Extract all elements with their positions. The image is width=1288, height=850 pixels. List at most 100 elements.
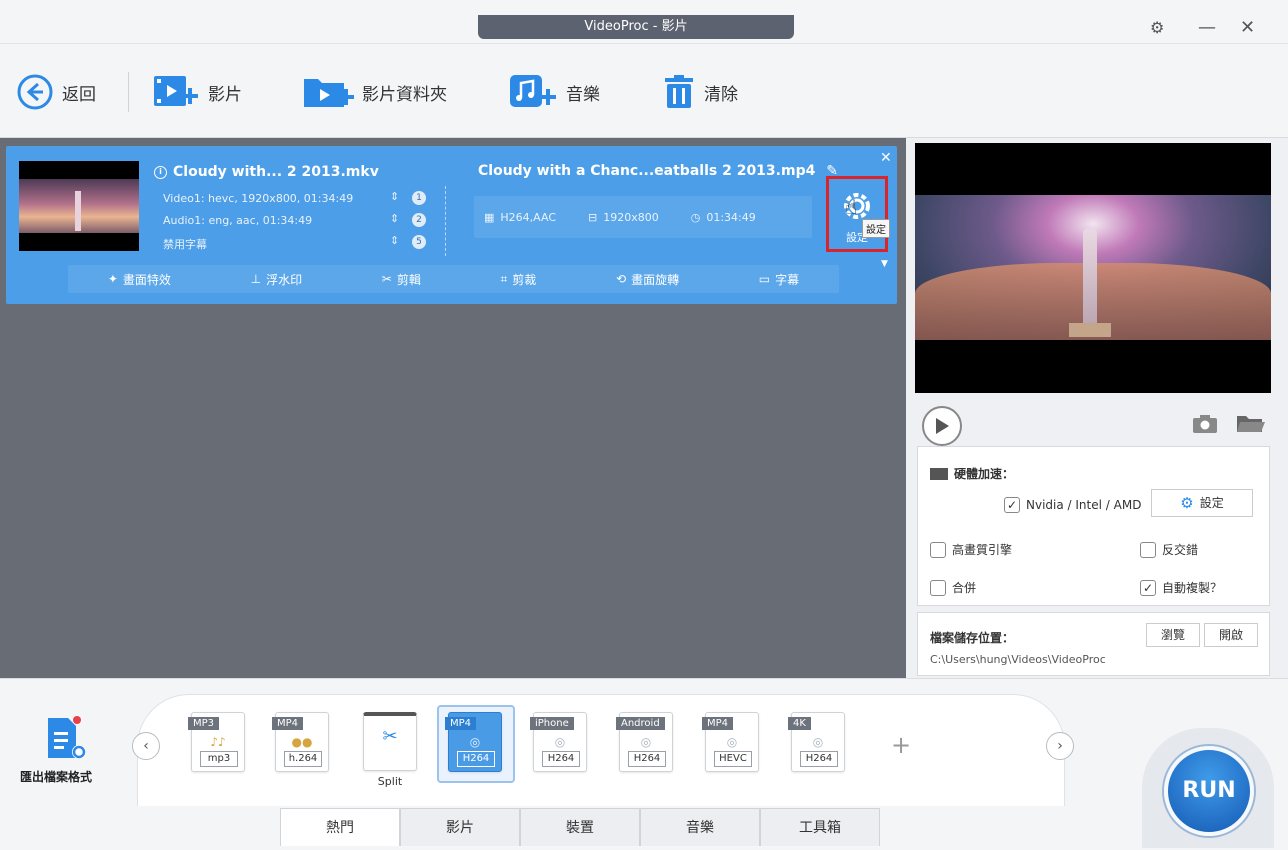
subtitle-track-count: 5 (412, 235, 426, 249)
play-icon (936, 418, 949, 434)
clock-icon: ◷ (690, 210, 701, 224)
clear-button[interactable]: 清除 (662, 72, 738, 112)
toolbar-divider (128, 72, 129, 112)
export-format-label: 匯出檔案格式 (20, 770, 93, 784)
magic-wand-icon: ✦ (107, 272, 118, 286)
expand-arrow-icon[interactable]: ▼ (881, 259, 888, 269)
tab-device[interactable]: 裝置 (520, 808, 640, 846)
hw-accel-checkbox[interactable]: ✓ Nvidia / Intel / AMD (1004, 497, 1141, 513)
film-icon: ▦ (484, 210, 495, 224)
source-info: i Cloudy with... 2 2013.mkv (154, 164, 379, 180)
split-tool-icon: ✂ (382, 726, 398, 747)
open-button[interactable]: 開啟 (1204, 623, 1258, 647)
trash-icon (665, 75, 693, 108)
browse-button[interactable]: 瀏覽 (1146, 623, 1200, 647)
merge-checkbox[interactable]: 合併 (930, 579, 976, 596)
minimize-button[interactable]: — (1198, 18, 1216, 38)
hw-accel-label: 硬體加速： (954, 467, 1015, 481)
track-switch-icon[interactable]: ⇕ (390, 234, 399, 247)
close-button[interactable]: ✕ (1240, 18, 1255, 38)
people-icon: ●● (291, 735, 313, 749)
back-arrow-icon (17, 74, 53, 110)
video-preview (915, 143, 1271, 393)
edit-toolbar: ✦ 畫面特效 ⊥ 浮水印 ✂ 剪輯 ⌗ 剪裁 ⟲ 畫面旋轉 ▭ 字幕 (68, 265, 839, 293)
audio-icon: ♪♪ (210, 735, 226, 749)
toolbar: 返回 影片 影片資料夾 音樂 清除 (0, 44, 1288, 138)
subtitle-track[interactable]: 禁用字幕 (163, 236, 207, 252)
cut-button[interactable]: ✂ 剪輯 (382, 271, 421, 288)
format-split[interactable]: ✂ Split (358, 712, 422, 788)
rotate-icon: ⟲ (616, 272, 627, 286)
format-mp3[interactable]: MP3 ♪♪ mp3 (186, 712, 250, 788)
open-folder-icon[interactable] (1236, 414, 1266, 434)
audio-track-count: 2 (412, 213, 426, 227)
snapshot-icon[interactable] (1192, 414, 1218, 434)
export-format-icon (44, 716, 90, 762)
tab-video[interactable]: 影片 (400, 808, 520, 846)
stamp-icon: ⊥ (250, 272, 262, 286)
tab-toolbox[interactable]: 工具箱 (760, 808, 880, 846)
rotate-button[interactable]: ⟲ 畫面旋轉 (616, 271, 679, 288)
hw-settings-button[interactable]: ⚙ 設定 (1151, 489, 1253, 517)
add-video-icon (154, 76, 198, 106)
play-button[interactable] (922, 406, 962, 446)
resolution-icon: ⊟ (588, 210, 598, 224)
add-video-button[interactable]: 影片 (152, 72, 242, 112)
film-reel-icon: ◎ (469, 735, 481, 749)
scissors-icon: ✂ (381, 272, 392, 286)
format-4k[interactable]: 4K ◎ H264 (786, 712, 850, 788)
subtitle-icon: ▭ (758, 272, 771, 286)
audio-track[interactable]: Audio1: eng, aac, 01:34:49 (163, 214, 312, 227)
track-switch-icon[interactable]: ⇕ (390, 190, 399, 203)
effects-button[interactable]: ✦ 畫面特效 (108, 271, 171, 288)
add-folder-button[interactable]: 影片資料夾 (302, 72, 447, 112)
save-location-panel: 檔案儲存位置： C:\Users\hung\Videos\VideoProc 瀏… (917, 612, 1270, 676)
add-music-button[interactable]: 音樂 (508, 72, 600, 112)
back-button[interactable]: 返回 (16, 72, 96, 112)
film-reel-icon: ◎ (640, 735, 652, 749)
deinterlace-checkbox[interactable]: 反交錯 (1140, 541, 1198, 558)
info-icon: i (154, 165, 167, 179)
prev-arrow-icon[interactable]: ‹ (132, 732, 160, 760)
crop-button[interactable]: ⌗ 剪裁 (501, 271, 537, 288)
settings-panel: 硬體加速： ✓ Nvidia / Intel / AMD ⚙ 設定 高畫質引擎 反… (917, 446, 1270, 606)
high-quality-checkbox[interactable]: 高畫質引擎 (930, 541, 1012, 558)
auto-copy-checkbox[interactable]: ✓ 自動複製？ (1140, 579, 1222, 596)
output-file-name[interactable]: Cloudy with a Chanc...eatballs 2 2013.mp… (478, 163, 838, 179)
tab-music[interactable]: 音樂 (640, 808, 760, 846)
film-reel-icon: ◎ (812, 735, 824, 749)
video-track[interactable]: Video1: hevc, 1920x800, 01:34:49 (163, 192, 353, 205)
settings-gear-icon[interactable]: ⚙ (1150, 18, 1164, 38)
next-arrow-icon[interactable]: › (1046, 732, 1074, 760)
format-mp4-h264[interactable]: MP4 ◎ H264 (443, 712, 507, 788)
track-switch-icon[interactable]: ⇕ (390, 212, 399, 225)
save-location-label: 檔案儲存位置： (930, 631, 1015, 645)
video-label: 影片 (208, 84, 242, 105)
file-card[interactable]: i Cloudy with... 2 2013.mkv Video1: hevc… (6, 146, 897, 304)
subtitle-button[interactable]: ▭ 字幕 (759, 271, 799, 288)
watermark-button[interactable]: ⊥ 浮水印 (251, 271, 302, 288)
source-file-name: Cloudy with... 2 2013.mkv (173, 164, 379, 180)
resolution-info: ⊟ 1920x800 (588, 210, 659, 224)
format-mp4-h264-people[interactable]: MP4 ●● h.264 (270, 712, 334, 788)
film-reel-icon: ◎ (726, 735, 738, 749)
cursor-hand-icon: ☝ (845, 195, 858, 219)
remove-file-icon[interactable]: ✕ (880, 150, 892, 166)
video-folder-icon (304, 79, 354, 107)
add-music-icon (510, 75, 556, 107)
run-button[interactable]: RUN (1164, 746, 1254, 836)
format-iphone[interactable]: iPhone ◎ H264 (528, 712, 592, 788)
format-android[interactable]: Android ◎ H264 (614, 712, 678, 788)
video-track-count: 1 (412, 191, 426, 205)
codec-info: ▦ H264,AAC (484, 210, 557, 224)
track-bracket (432, 186, 446, 256)
crop-icon: ⌗ (500, 271, 508, 286)
film-reel-icon: ◎ (554, 735, 566, 749)
music-label: 音樂 (566, 84, 600, 105)
save-path: C:\Users\hung\Videos\VideoProc (930, 653, 1106, 666)
format-mp4-hevc[interactable]: MP4 ◎ HEVC (700, 712, 764, 788)
add-format-icon[interactable]: + (886, 730, 916, 760)
video-thumbnail[interactable] (19, 161, 139, 251)
duration-info: ◷ 01:34:49 (690, 210, 756, 224)
tab-popular[interactable]: 熱門 (280, 808, 400, 846)
